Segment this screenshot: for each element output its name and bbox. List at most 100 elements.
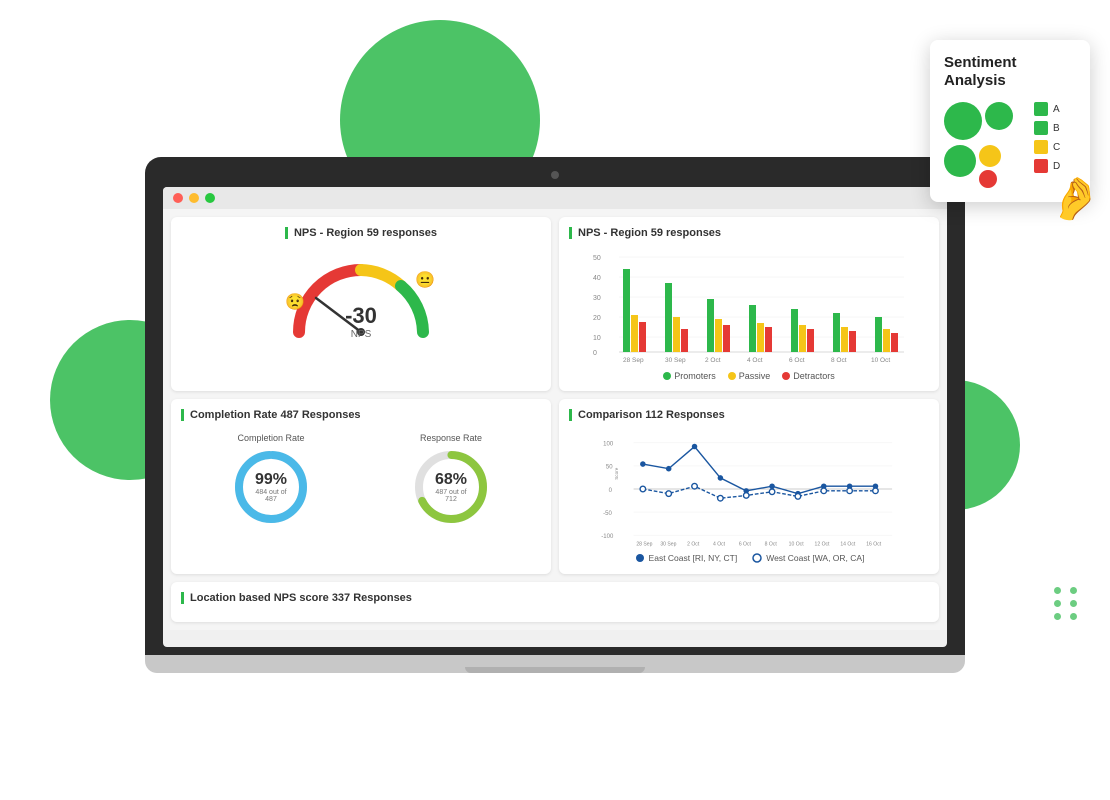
completion-rate-label: Completion Rate xyxy=(237,433,304,443)
svg-text:16 Oct: 16 Oct xyxy=(866,541,882,547)
nps-gauge-title: NPS - Region 59 responses xyxy=(285,227,437,239)
response-donut-wrapper: 68% 487 out of 712 xyxy=(411,447,491,527)
svg-text:2 Oct: 2 Oct xyxy=(705,357,721,364)
laptop-screen-inner: NPS - Region 59 responses 😟 😐 xyxy=(163,187,947,647)
completion-donut-wrapper: 99% 484 out of 487 xyxy=(231,447,311,527)
legend-a-label: A xyxy=(1053,104,1060,115)
hand-cursor-icon: 🤌 xyxy=(1046,171,1103,226)
svg-text:30 Sep: 30 Sep xyxy=(665,357,686,364)
sentiment-legend: A B C D xyxy=(1034,102,1060,173)
svg-text:4 Oct: 4 Oct xyxy=(747,357,763,364)
promoters-label: Promoters xyxy=(674,371,716,381)
east-coast-label: East Coast [RI, NY, CT] xyxy=(649,553,738,563)
promoters-dot xyxy=(663,372,671,380)
svg-text:28 Sep: 28 Sep xyxy=(636,541,652,547)
svg-text:100: 100 xyxy=(603,442,614,448)
bubble-red xyxy=(979,170,997,188)
response-rate-label: Response Rate xyxy=(420,433,482,443)
completion-rate-card: Completion Rate 487 Responses Completion… xyxy=(171,399,551,574)
location-title: Location based NPS score 337 Responses xyxy=(181,592,929,604)
completion-sub: 484 out of 487 xyxy=(251,489,291,503)
svg-text:6 Oct: 6 Oct xyxy=(789,357,805,364)
line-chart-legend: East Coast [RI, NY, CT] West Coast [WA, … xyxy=(569,552,929,564)
emoji-sad: 😟 xyxy=(285,292,305,312)
svg-text:50: 50 xyxy=(606,465,613,471)
bar-chart-svg: 50 40 30 20 10 0 xyxy=(569,247,929,367)
nps-bar-chart-card: NPS - Region 59 responses 50 40 xyxy=(559,217,939,391)
west-coast-legend: West Coast [WA, OR, CA] xyxy=(751,552,864,564)
svg-text:40: 40 xyxy=(593,275,601,282)
sentiment-bubbles xyxy=(944,102,1024,188)
passive-label: Passive xyxy=(739,371,771,381)
west-coast-icon xyxy=(751,552,763,564)
nps-bar-title: NPS - Region 59 responses xyxy=(569,227,929,239)
window-close-button[interactable] xyxy=(173,193,183,203)
svg-text:12 Oct: 12 Oct xyxy=(815,541,831,547)
bubble-c-large xyxy=(944,145,976,177)
completion-percent: 99% xyxy=(251,471,291,489)
legend-detractors: Detractors xyxy=(782,371,835,381)
gauge-value: -30 NPS xyxy=(345,303,377,340)
svg-text:-100: -100 xyxy=(601,534,614,540)
legend-c-label: C xyxy=(1053,142,1060,153)
window-maximize-button[interactable] xyxy=(205,193,215,203)
response-rate-donut: Response Rate 68% 487 out of 712 xyxy=(411,433,491,527)
svg-text:8 Oct: 8 Oct xyxy=(831,357,847,364)
response-donut-center: 68% 487 out of 712 xyxy=(431,471,471,503)
svg-text:0: 0 xyxy=(609,488,613,494)
svg-text:50: 50 xyxy=(593,255,601,262)
bar-chart-legend: Promoters Passive Detractors xyxy=(569,371,929,381)
response-sub: 487 out of 712 xyxy=(431,489,471,503)
bubble-yellow xyxy=(979,145,1001,167)
bubble-b-medium xyxy=(985,102,1013,130)
laptop-base xyxy=(145,655,965,673)
completion-rate-donut: Completion Rate 99% 484 out of 487 xyxy=(231,433,311,527)
nps-gauge-card: NPS - Region 59 responses 😟 😐 xyxy=(171,217,551,391)
svg-text:30 Sep: 30 Sep xyxy=(660,541,676,547)
svg-text:0: 0 xyxy=(593,350,597,357)
svg-text:6 Oct: 6 Oct xyxy=(739,541,752,547)
emoji-neutral: 😐 xyxy=(415,270,435,290)
comparison-chart-card: Comparison 112 Responses 100 50 xyxy=(559,399,939,574)
dots-decoration xyxy=(1054,587,1080,620)
legend-b-label: B xyxy=(1053,123,1060,134)
svg-text:Score: Score xyxy=(614,467,619,479)
legend-b-box xyxy=(1034,121,1048,135)
donuts-row: Completion Rate 99% 484 out of 487 xyxy=(181,433,541,527)
svg-text:10 Oct: 10 Oct xyxy=(789,541,805,547)
svg-text:8 Oct: 8 Oct xyxy=(765,541,778,547)
response-percent: 68% xyxy=(431,471,471,489)
svg-text:2 Oct: 2 Oct xyxy=(687,541,700,547)
laptop-screen-outer: NPS - Region 59 responses 😟 😐 xyxy=(145,157,965,655)
bubble-a-large xyxy=(944,102,982,140)
legend-a-box xyxy=(1034,102,1048,116)
svg-text:-50: -50 xyxy=(603,511,612,517)
gauge-label: NPS xyxy=(345,329,377,340)
laptop-container: NPS - Region 59 responses 😟 😐 xyxy=(145,157,965,673)
svg-text:28 Sep: 28 Sep xyxy=(623,357,644,364)
detractors-label: Detractors xyxy=(793,371,835,381)
legend-d-box xyxy=(1034,159,1048,173)
sentiment-analysis-card: SentimentAnalysis A B xyxy=(930,40,1090,202)
east-coast-icon xyxy=(634,552,646,564)
gauge-number: -30 xyxy=(345,303,377,328)
legend-promoters: Promoters xyxy=(663,371,716,381)
svg-text:14 Oct: 14 Oct xyxy=(840,541,856,547)
window-bar xyxy=(163,187,947,209)
window-minimize-button[interactable] xyxy=(189,193,199,203)
dashboard-content: NPS - Region 59 responses 😟 😐 xyxy=(163,209,947,630)
comparison-title: Comparison 112 Responses xyxy=(569,409,929,421)
legend-c-box xyxy=(1034,140,1048,154)
east-coast-legend: East Coast [RI, NY, CT] xyxy=(634,552,738,564)
laptop-camera xyxy=(551,171,559,179)
svg-text:10 Oct: 10 Oct xyxy=(871,357,890,364)
line-chart-svg: 100 50 0 -50 -100 Score xyxy=(569,429,929,549)
svg-text:10: 10 xyxy=(593,335,601,342)
location-nps-card: Location based NPS score 337 Responses xyxy=(171,582,939,622)
legend-passive: Passive xyxy=(728,371,771,381)
completion-donut-center: 99% 484 out of 487 xyxy=(251,471,291,503)
sentiment-title: SentimentAnalysis xyxy=(944,54,1076,90)
gauge-container: 😟 😐 xyxy=(281,252,441,342)
passive-dot xyxy=(728,372,736,380)
west-coast-label: West Coast [WA, OR, CA] xyxy=(766,553,864,563)
